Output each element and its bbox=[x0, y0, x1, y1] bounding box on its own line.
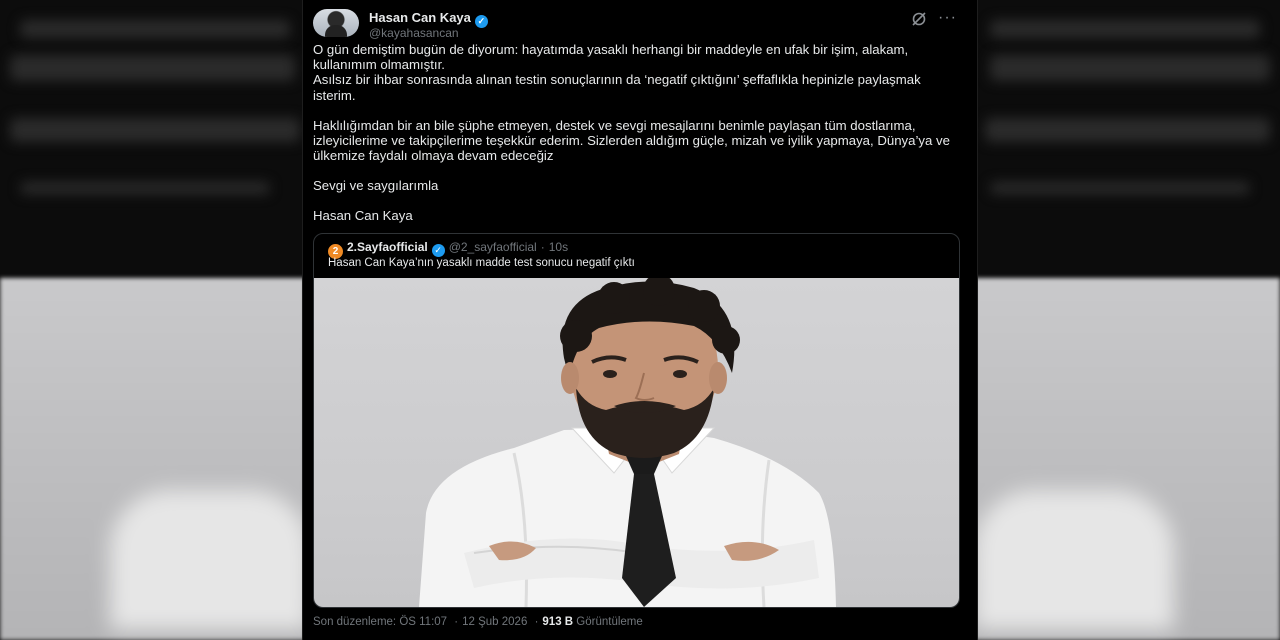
tweet-header: Hasan Can Kaya ✓ @kayahasancan ··· bbox=[313, 9, 967, 40]
quoted-tweet-text: Hasan Can Kaya’nın yasaklı madde test so… bbox=[328, 257, 635, 269]
quoted-time[interactable]: 10s bbox=[549, 240, 568, 254]
blurred-text-line bbox=[10, 118, 300, 142]
tweet-paragraph: Hasan Can Kaya bbox=[313, 207, 413, 223]
blurred-text-line bbox=[985, 118, 1270, 142]
blurred-text-line bbox=[20, 182, 270, 194]
quoted-tweet-header: 2 2.Sayfaofficial ✓ @2_sayfaofficial · 10s bbox=[328, 240, 568, 259]
blurred-photo-right bbox=[974, 278, 1280, 640]
views-count[interactable]: 913 B bbox=[542, 616, 573, 628]
verified-badge-icon: ✓ bbox=[431, 244, 445, 257]
portrait-photo bbox=[419, 278, 836, 607]
edited-label[interactable]: Son düzenleme: bbox=[313, 616, 396, 628]
blurred-text-line bbox=[990, 55, 1270, 81]
author-avatar[interactable] bbox=[313, 9, 359, 37]
tweet-paragraph: O gün demiştim bugün de diyorum: hayatım… bbox=[313, 42, 921, 103]
quoted-tweet-image[interactable] bbox=[314, 278, 959, 607]
blurred-shirt bbox=[974, 490, 1174, 630]
footer-dot: · bbox=[534, 616, 539, 628]
edited-date[interactable]: 12 Şub 2026 bbox=[462, 616, 527, 628]
verified-badge-icon: ✓ bbox=[474, 15, 488, 28]
edited-time[interactable]: ÖS 11:07 bbox=[399, 616, 447, 628]
footer-dot: · bbox=[454, 616, 459, 628]
blurred-photo-left bbox=[0, 278, 310, 640]
blurred-text-line bbox=[20, 20, 290, 38]
tweet-text: O gün demiştim bugün de diyorum: hayatım… bbox=[313, 42, 963, 223]
blurred-shirt bbox=[110, 490, 310, 630]
blurred-text-line bbox=[10, 55, 295, 81]
quoted-tweet[interactable]: 2 2.Sayfaofficial ✓ @2_sayfaofficial · 10s Ha… bbox=[313, 233, 960, 608]
more-options-icon[interactable]: ··· bbox=[938, 9, 957, 27]
blurred-text-line bbox=[990, 20, 1260, 38]
tweet-footer: Son düzenleme: ÖS 11:07 · 12 Şub 2026 · 91… bbox=[313, 616, 643, 628]
author-handle[interactable]: @kayahasancan bbox=[369, 26, 459, 40]
tweet-paragraph: Sevgi ve saygılarımla bbox=[313, 178, 439, 194]
blurred-text-line bbox=[990, 182, 1250, 194]
quoted-author-handle[interactable]: @2_sayfaofficial bbox=[449, 240, 537, 254]
views-label[interactable]: Görüntüleme bbox=[576, 616, 642, 628]
quoted-separator: · bbox=[540, 240, 545, 254]
tweet-card: Hasan Can Kaya ✓ @kayahasancan ··· O gün … bbox=[302, 0, 978, 640]
tweet-paragraph: Haklılığımdan bir an bile şüphe etmeyen,… bbox=[313, 117, 950, 164]
author-name-text[interactable]: Hasan Can Kaya bbox=[369, 10, 471, 25]
grok-icon[interactable] bbox=[911, 11, 927, 27]
quoted-author-name[interactable]: 2.Sayfaofficial bbox=[347, 240, 428, 254]
